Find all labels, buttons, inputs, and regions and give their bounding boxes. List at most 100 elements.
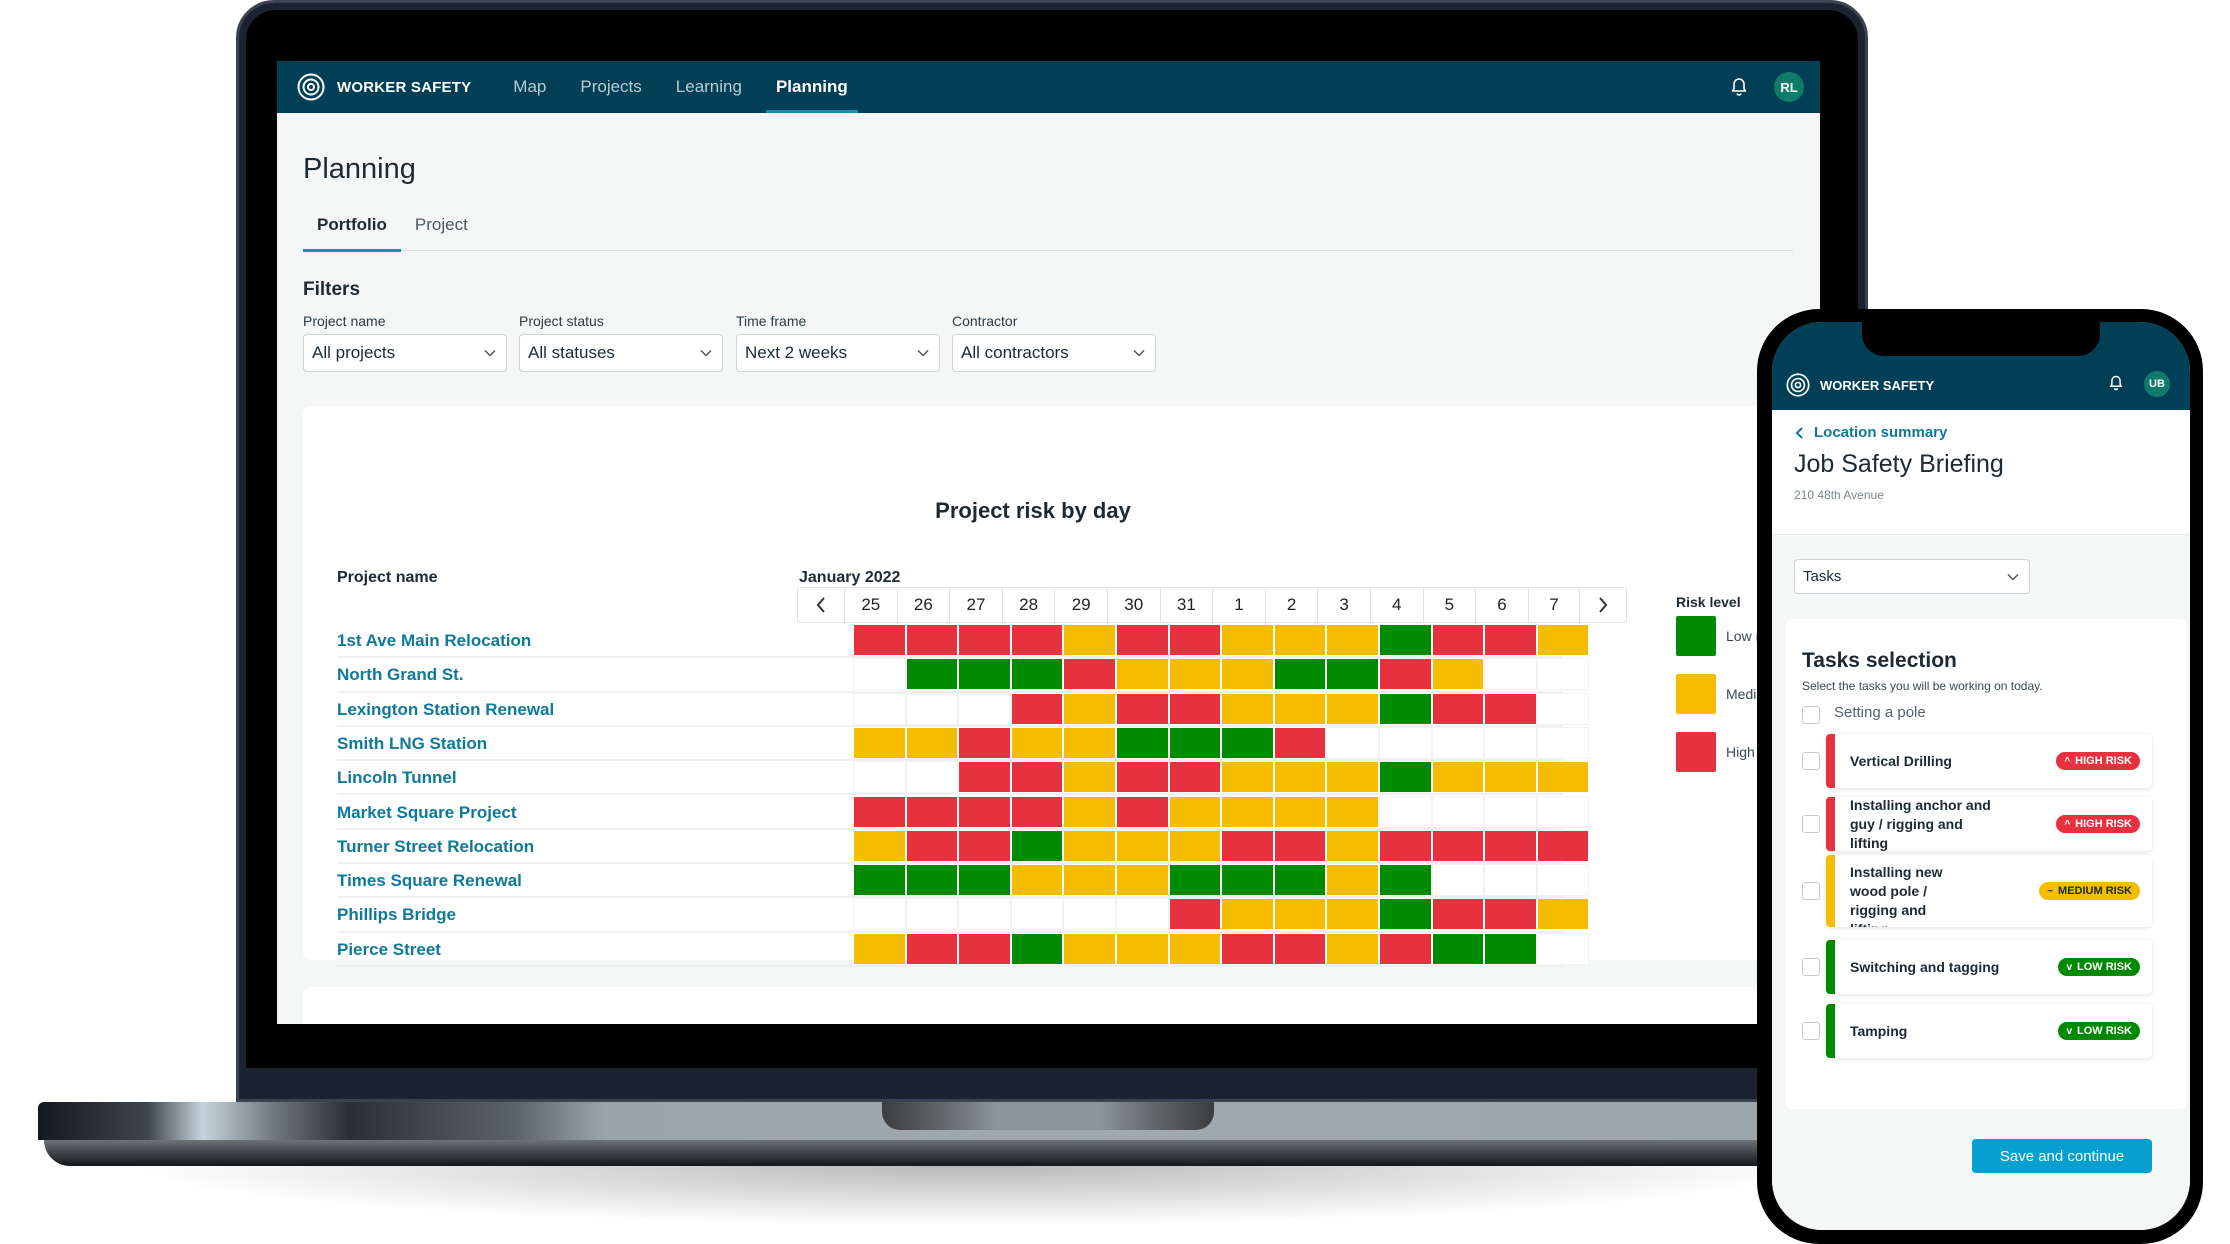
- risk-cell[interactable]: [1010, 624, 1064, 656]
- risk-cell[interactable]: [1326, 761, 1379, 794]
- risk-cell[interactable]: [1221, 761, 1274, 794]
- risk-cell[interactable]: [1536, 692, 1590, 725]
- task-item[interactable]: Tamping v LOW RISK: [1826, 1004, 2152, 1058]
- risk-cell[interactable]: [1431, 829, 1485, 862]
- user-avatar[interactable]: RL: [1774, 72, 1804, 102]
- risk-cell[interactable]: [1010, 898, 1064, 931]
- risk-cell[interactable]: [1063, 624, 1116, 656]
- risk-cell[interactable]: [853, 864, 906, 897]
- risk-cell[interactable]: [1273, 761, 1327, 794]
- risk-cell[interactable]: [1379, 864, 1432, 897]
- filter-select[interactable]: All projects: [303, 334, 507, 372]
- risk-cell[interactable]: [958, 726, 1011, 759]
- filter-select[interactable]: All statuses: [519, 334, 723, 372]
- risk-cell[interactable]: [1379, 795, 1432, 828]
- risk-cell[interactable]: [1536, 726, 1590, 759]
- risk-cell[interactable]: [1431, 692, 1485, 725]
- risk-cell[interactable]: [1116, 692, 1169, 725]
- risk-cell[interactable]: [1221, 692, 1274, 725]
- nav-map[interactable]: Map: [513, 61, 546, 113]
- risk-cell[interactable]: [1116, 726, 1169, 759]
- nav-learning[interactable]: Learning: [676, 61, 742, 113]
- risk-cell[interactable]: [1379, 761, 1432, 794]
- risk-cell[interactable]: [1010, 761, 1064, 794]
- task-item[interactable]: Vertical Drilling ^ HIGH RISK: [1826, 734, 2152, 788]
- project-link[interactable]: Pierce Street: [337, 940, 441, 960]
- risk-cell[interactable]: [1379, 726, 1432, 759]
- risk-cell[interactable]: [853, 624, 906, 656]
- risk-cell[interactable]: [1010, 726, 1064, 759]
- brand[interactable]: WORKER SAFETY: [297, 73, 471, 101]
- risk-cell[interactable]: [1484, 864, 1537, 897]
- risk-cell[interactable]: [1484, 624, 1537, 656]
- project-link[interactable]: Times Square Renewal: [337, 871, 522, 891]
- risk-cell[interactable]: [1010, 864, 1064, 897]
- risk-cell[interactable]: [1484, 898, 1537, 931]
- filter-select[interactable]: Next 2 weeks: [736, 334, 940, 372]
- risk-cell[interactable]: [1484, 829, 1537, 862]
- risk-cell[interactable]: [1379, 932, 1432, 965]
- risk-cell[interactable]: [1221, 658, 1274, 691]
- risk-cell[interactable]: [1063, 692, 1116, 725]
- risk-cell[interactable]: [1168, 898, 1222, 931]
- risk-cell[interactable]: [1273, 795, 1327, 828]
- risk-cell[interactable]: [1168, 761, 1222, 794]
- risk-cell[interactable]: [905, 692, 959, 725]
- risk-cell[interactable]: [853, 761, 906, 794]
- risk-cell[interactable]: [1484, 726, 1537, 759]
- risk-cell[interactable]: [853, 692, 906, 725]
- risk-cell[interactable]: [905, 898, 959, 931]
- save-and-continue-button[interactable]: Save and continue: [1972, 1139, 2152, 1173]
- risk-cell[interactable]: [1273, 624, 1327, 656]
- risk-cell[interactable]: [853, 932, 906, 965]
- risk-cell[interactable]: [1221, 829, 1274, 862]
- risk-cell[interactable]: [1326, 864, 1379, 897]
- risk-cell[interactable]: [1536, 864, 1590, 897]
- tab-portfolio[interactable]: Portfolio: [303, 209, 401, 252]
- risk-cell[interactable]: [1431, 624, 1485, 656]
- risk-cell[interactable]: [1063, 761, 1116, 794]
- risk-cell[interactable]: [853, 898, 906, 931]
- tab-project[interactable]: Project: [401, 209, 482, 251]
- risk-cell[interactable]: [1273, 864, 1327, 897]
- risk-cell[interactable]: [1484, 795, 1537, 828]
- risk-cell[interactable]: [1273, 932, 1327, 965]
- risk-cell[interactable]: [1221, 898, 1274, 931]
- risk-cell[interactable]: [1326, 658, 1379, 691]
- risk-cell[interactable]: [1484, 658, 1537, 691]
- task-item[interactable]: Switching and tagging v LOW RISK: [1826, 940, 2152, 994]
- risk-cell[interactable]: [1379, 829, 1432, 862]
- task-item[interactable]: Installing anchor and guy / rigging and …: [1826, 797, 2152, 851]
- risk-cell[interactable]: [1116, 864, 1169, 897]
- risk-cell[interactable]: [853, 829, 906, 862]
- risk-cell[interactable]: [1431, 932, 1485, 965]
- risk-cell[interactable]: [853, 726, 906, 759]
- risk-cell[interactable]: [1379, 898, 1432, 931]
- risk-cell[interactable]: [1431, 761, 1485, 794]
- risk-cell[interactable]: [1536, 829, 1590, 862]
- risk-cell[interactable]: [1168, 692, 1222, 725]
- risk-cell[interactable]: [1063, 726, 1116, 759]
- risk-cell[interactable]: [1221, 864, 1274, 897]
- risk-cell[interactable]: [1484, 692, 1537, 725]
- risk-cell[interactable]: [1273, 898, 1327, 931]
- risk-cell[interactable]: [1168, 624, 1222, 656]
- risk-cell[interactable]: [1116, 829, 1169, 862]
- risk-cell[interactable]: [1116, 761, 1169, 794]
- risk-cell[interactable]: [1379, 658, 1432, 691]
- risk-cell[interactable]: [1536, 658, 1590, 691]
- risk-cell[interactable]: [1010, 692, 1064, 725]
- risk-cell[interactable]: [1536, 795, 1590, 828]
- risk-cell[interactable]: [1221, 624, 1274, 656]
- task-checkbox[interactable]: [1802, 752, 1820, 770]
- nav-projects[interactable]: Projects: [580, 61, 641, 113]
- group-checkbox[interactable]: [1802, 706, 1820, 724]
- risk-cell[interactable]: [1273, 658, 1327, 691]
- risk-cell[interactable]: [905, 624, 959, 656]
- risk-cell[interactable]: [1063, 864, 1116, 897]
- risk-cell[interactable]: [853, 795, 906, 828]
- risk-cell[interactable]: [1010, 658, 1064, 691]
- risk-cell[interactable]: [1431, 898, 1485, 931]
- risk-cell[interactable]: [1379, 624, 1432, 656]
- risk-cell[interactable]: [1168, 829, 1222, 862]
